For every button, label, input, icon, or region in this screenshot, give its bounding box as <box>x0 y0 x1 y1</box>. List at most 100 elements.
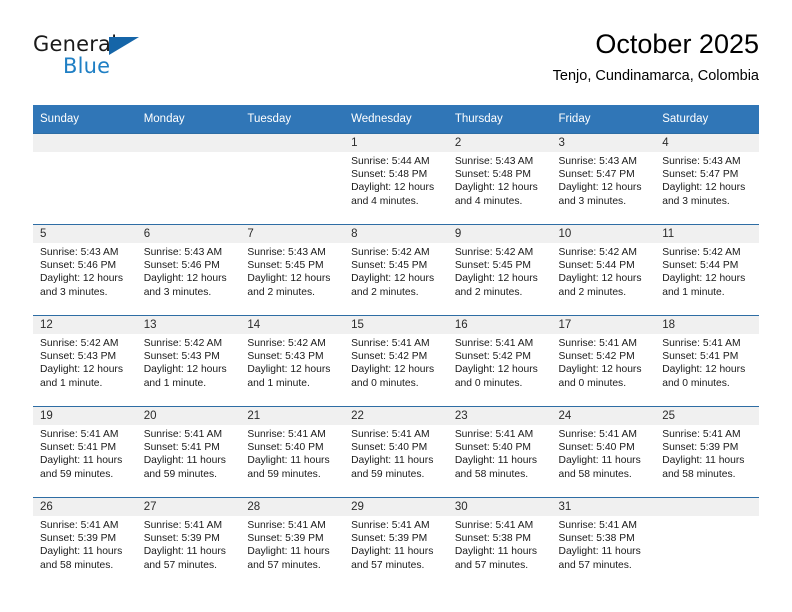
weekday-header-tuesday: Tuesday <box>240 105 345 134</box>
calendar-day-cell[interactable]: 14 Sunrise: 5:42 AM Sunset: 5:43 PM Dayligh… <box>240 315 345 407</box>
calendar-day-cell[interactable]: 27 Sunrise: 5:41 AM Sunset: 5:39 PM Dayligh… <box>136 497 241 588</box>
day-number: 4 <box>655 134 759 152</box>
day-cell-inner: 10 Sunrise: 5:42 AM Sunset: 5:44 PM Dayligh… <box>551 225 656 315</box>
calendar-day-cell[interactable]: 15 Sunrise: 5:41 AM Sunset: 5:42 PM Dayligh… <box>344 315 448 407</box>
sunrise-text: Sunrise: 5:42 AM <box>351 247 430 258</box>
daylight-text-line2: and 1 minute. <box>247 377 310 389</box>
day-number: 28 <box>240 498 345 516</box>
calendar-day-cell[interactable]: 23 Sunrise: 5:41 AM Sunset: 5:40 PM Dayligh… <box>447 406 552 498</box>
calendar-day-cell[interactable]: 7 Sunrise: 5:43 AM Sunset: 5:45 PM Daylight… <box>240 224 345 316</box>
calendar-day-cell[interactable]: 1 Sunrise: 5:44 AM Sunset: 5:48 PM Daylight… <box>344 133 448 225</box>
sunrise-text: Sunrise: 5:41 AM <box>143 429 223 440</box>
calendar-day-cell[interactable]: 11 Sunrise: 5:42 AM Sunset: 5:44 PM Dayligh… <box>655 224 759 316</box>
day-cell-inner <box>33 134 137 224</box>
calendar-day-cell[interactable]: 29 Sunrise: 5:41 AM Sunset: 5:39 PM Dayligh… <box>344 497 448 588</box>
calendar-day-cell[interactable]: 5 Sunrise: 5:43 AM Sunset: 5:46 PM Daylight… <box>33 224 137 316</box>
sunrise-text: Sunrise: 5:43 AM <box>454 156 534 167</box>
day-cell-inner: 28 Sunrise: 5:41 AM Sunset: 5:39 PM Dayligh… <box>240 498 345 588</box>
calendar-day-cell[interactable]: 18 Sunrise: 5:41 AM Sunset: 5:41 PM Dayligh… <box>655 315 759 407</box>
day-number: 10 <box>551 225 656 243</box>
day-cell-inner: 9 Sunrise: 5:42 AM Sunset: 5:45 PM Daylight… <box>447 225 552 315</box>
day-details: Sunrise: 5:42 AM Sunset: 5:43 PM Daylight:… <box>240 334 344 390</box>
day-cell-inner: 6 Sunrise: 5:43 AM Sunset: 5:46 PM Daylight… <box>136 225 241 315</box>
sunrise-text: Sunrise: 5:41 AM <box>454 338 534 349</box>
daylight-text-line1: Daylight: 12 hours <box>247 364 331 376</box>
daylight-text-line1: Daylight: 12 hours <box>454 273 538 285</box>
calendar-day-cell[interactable]: 25 Sunrise: 5:41 AM Sunset: 5:39 PM Dayligh… <box>655 406 759 498</box>
calendar-day-cell[interactable]: 30 Sunrise: 5:41 AM Sunset: 5:38 PM Dayligh… <box>447 497 552 588</box>
calendar-day-cell[interactable]: 24 Sunrise: 5:41 AM Sunset: 5:40 PM Dayligh… <box>551 406 656 498</box>
daylight-text-line2: and 3 minutes. <box>662 195 730 207</box>
sunset-text: Sunset: 5:43 PM <box>247 351 324 363</box>
calendar-day-cell[interactable]: 26 Sunrise: 5:41 AM Sunset: 5:39 PM Dayligh… <box>33 497 137 588</box>
calendar-day-cell[interactable]: 6 Sunrise: 5:43 AM Sunset: 5:46 PM Daylight… <box>136 224 241 316</box>
day-number: 7 <box>240 225 345 243</box>
sunrise-text: Sunrise: 5:42 AM <box>143 338 223 349</box>
daylight-text-line2: and 4 minutes. <box>454 195 523 207</box>
daylight-text-line2: and 2 minutes. <box>558 286 627 298</box>
sunrise-text: Sunrise: 5:43 AM <box>40 247 119 258</box>
day-details: Sunrise: 5:44 AM Sunset: 5:48 PM Daylight:… <box>344 152 448 208</box>
day-details: Sunrise: 5:43 AM Sunset: 5:47 PM Daylight:… <box>655 152 759 208</box>
day-cell-inner: 16 Sunrise: 5:41 AM Sunset: 5:42 PM Dayligh… <box>447 316 552 406</box>
calendar-day-cell[interactable]: 19 Sunrise: 5:41 AM Sunset: 5:41 PM Dayligh… <box>33 406 137 498</box>
logo-text-blue: Blue <box>63 54 111 78</box>
day-number: 1 <box>344 134 448 152</box>
daylight-text-line2: and 3 minutes. <box>558 195 627 207</box>
calendar-day-cell[interactable]: 8 Sunrise: 5:42 AM Sunset: 5:45 PM Daylight… <box>344 224 448 316</box>
calendar-day-cell[interactable]: 9 Sunrise: 5:42 AM Sunset: 5:45 PM Daylight… <box>447 224 552 316</box>
day-number: 25 <box>655 407 759 425</box>
day-cell-inner: 31 Sunrise: 5:41 AM Sunset: 5:38 PM Dayligh… <box>551 498 656 588</box>
calendar-day-cell[interactable]: 16 Sunrise: 5:41 AM Sunset: 5:42 PM Dayligh… <box>447 315 552 407</box>
weekday-header-wednesday: Wednesday <box>344 105 448 134</box>
sunrise-text: Sunrise: 5:41 AM <box>662 338 741 349</box>
daylight-text-line1: Daylight: 12 hours <box>662 364 746 376</box>
day-details: Sunrise: 5:42 AM Sunset: 5:45 PM Daylight:… <box>448 243 552 299</box>
daylight-text-line1: Daylight: 11 hours <box>662 455 745 467</box>
sunset-text: Sunset: 5:40 PM <box>351 442 428 454</box>
calendar-day-cell[interactable]: 22 Sunrise: 5:41 AM Sunset: 5:40 PM Dayligh… <box>344 406 448 498</box>
sunset-text: Sunset: 5:39 PM <box>662 442 739 454</box>
sunrise-text: Sunrise: 5:41 AM <box>454 520 534 531</box>
day-cell-inner <box>655 498 759 588</box>
sunset-text: Sunset: 5:39 PM <box>351 533 428 545</box>
daylight-text-line2: and 58 minutes. <box>454 468 529 480</box>
calendar-day-cell[interactable]: 21 Sunrise: 5:41 AM Sunset: 5:40 PM Dayligh… <box>240 406 345 498</box>
day-cell-inner: 3 Sunrise: 5:43 AM Sunset: 5:47 PM Daylight… <box>551 134 656 224</box>
day-number: 13 <box>136 316 241 334</box>
sunset-text: Sunset: 5:47 PM <box>662 169 739 181</box>
general-blue-logo[interactable]: General Blue <box>33 32 233 88</box>
calendar-day-cell[interactable]: 10 Sunrise: 5:42 AM Sunset: 5:44 PM Dayligh… <box>551 224 656 316</box>
daylight-text-line1: Daylight: 11 hours <box>454 546 538 558</box>
calendar-day-cell[interactable]: 12 Sunrise: 5:42 AM Sunset: 5:43 PM Dayligh… <box>33 315 137 407</box>
calendar-day-cell[interactable]: 3 Sunrise: 5:43 AM Sunset: 5:47 PM Daylight… <box>551 133 656 225</box>
sunset-text: Sunset: 5:47 PM <box>558 169 635 181</box>
calendar-day-cell[interactable]: 2 Sunrise: 5:43 AM Sunset: 5:48 PM Daylight… <box>447 133 552 225</box>
sunrise-text: Sunrise: 5:42 AM <box>247 338 326 349</box>
calendar-day-cell[interactable]: 20 Sunrise: 5:41 AM Sunset: 5:41 PM Dayligh… <box>136 406 241 498</box>
sunset-text: Sunset: 5:48 PM <box>351 169 428 181</box>
daylight-text-line1: Daylight: 12 hours <box>351 182 435 194</box>
sunrise-text: Sunrise: 5:41 AM <box>247 429 326 440</box>
calendar-day-cell[interactable]: 4 Sunrise: 5:43 AM Sunset: 5:47 PM Daylight… <box>655 133 759 225</box>
sunset-text: Sunset: 5:39 PM <box>40 533 117 545</box>
daylight-text-line2: and 0 minutes. <box>558 377 627 389</box>
day-number: 22 <box>344 407 448 425</box>
calendar-day-cell[interactable]: 17 Sunrise: 5:41 AM Sunset: 5:42 PM Dayligh… <box>551 315 656 407</box>
calendar-day-cell[interactable]: 13 Sunrise: 5:42 AM Sunset: 5:43 PM Dayligh… <box>136 315 241 407</box>
calendar-table: Sunday Monday Tuesday Wednesday Thursday… <box>33 105 759 588</box>
day-number: 8 <box>344 225 448 243</box>
daylight-text-line2: and 59 minutes. <box>40 468 114 480</box>
calendar-week-row: 1 Sunrise: 5:44 AM Sunset: 5:48 PM Daylight… <box>33 133 759 225</box>
day-details: Sunrise: 5:41 AM Sunset: 5:41 PM Daylight:… <box>655 334 759 390</box>
sunrise-text: Sunrise: 5:41 AM <box>351 338 430 349</box>
calendar-day-cell[interactable]: 31 Sunrise: 5:41 AM Sunset: 5:38 PM Dayligh… <box>551 497 656 588</box>
calendar-day-cell[interactable]: 28 Sunrise: 5:41 AM Sunset: 5:39 PM Dayligh… <box>240 497 345 588</box>
calendar-day-cell-empty <box>136 133 241 225</box>
day-number: 17 <box>551 316 656 334</box>
daylight-text-line2: and 57 minutes. <box>143 559 217 571</box>
day-cell-inner: 17 Sunrise: 5:41 AM Sunset: 5:42 PM Dayligh… <box>551 316 656 406</box>
sunset-text: Sunset: 5:40 PM <box>247 442 324 454</box>
day-cell-inner <box>240 134 345 224</box>
day-number: 18 <box>655 316 759 334</box>
